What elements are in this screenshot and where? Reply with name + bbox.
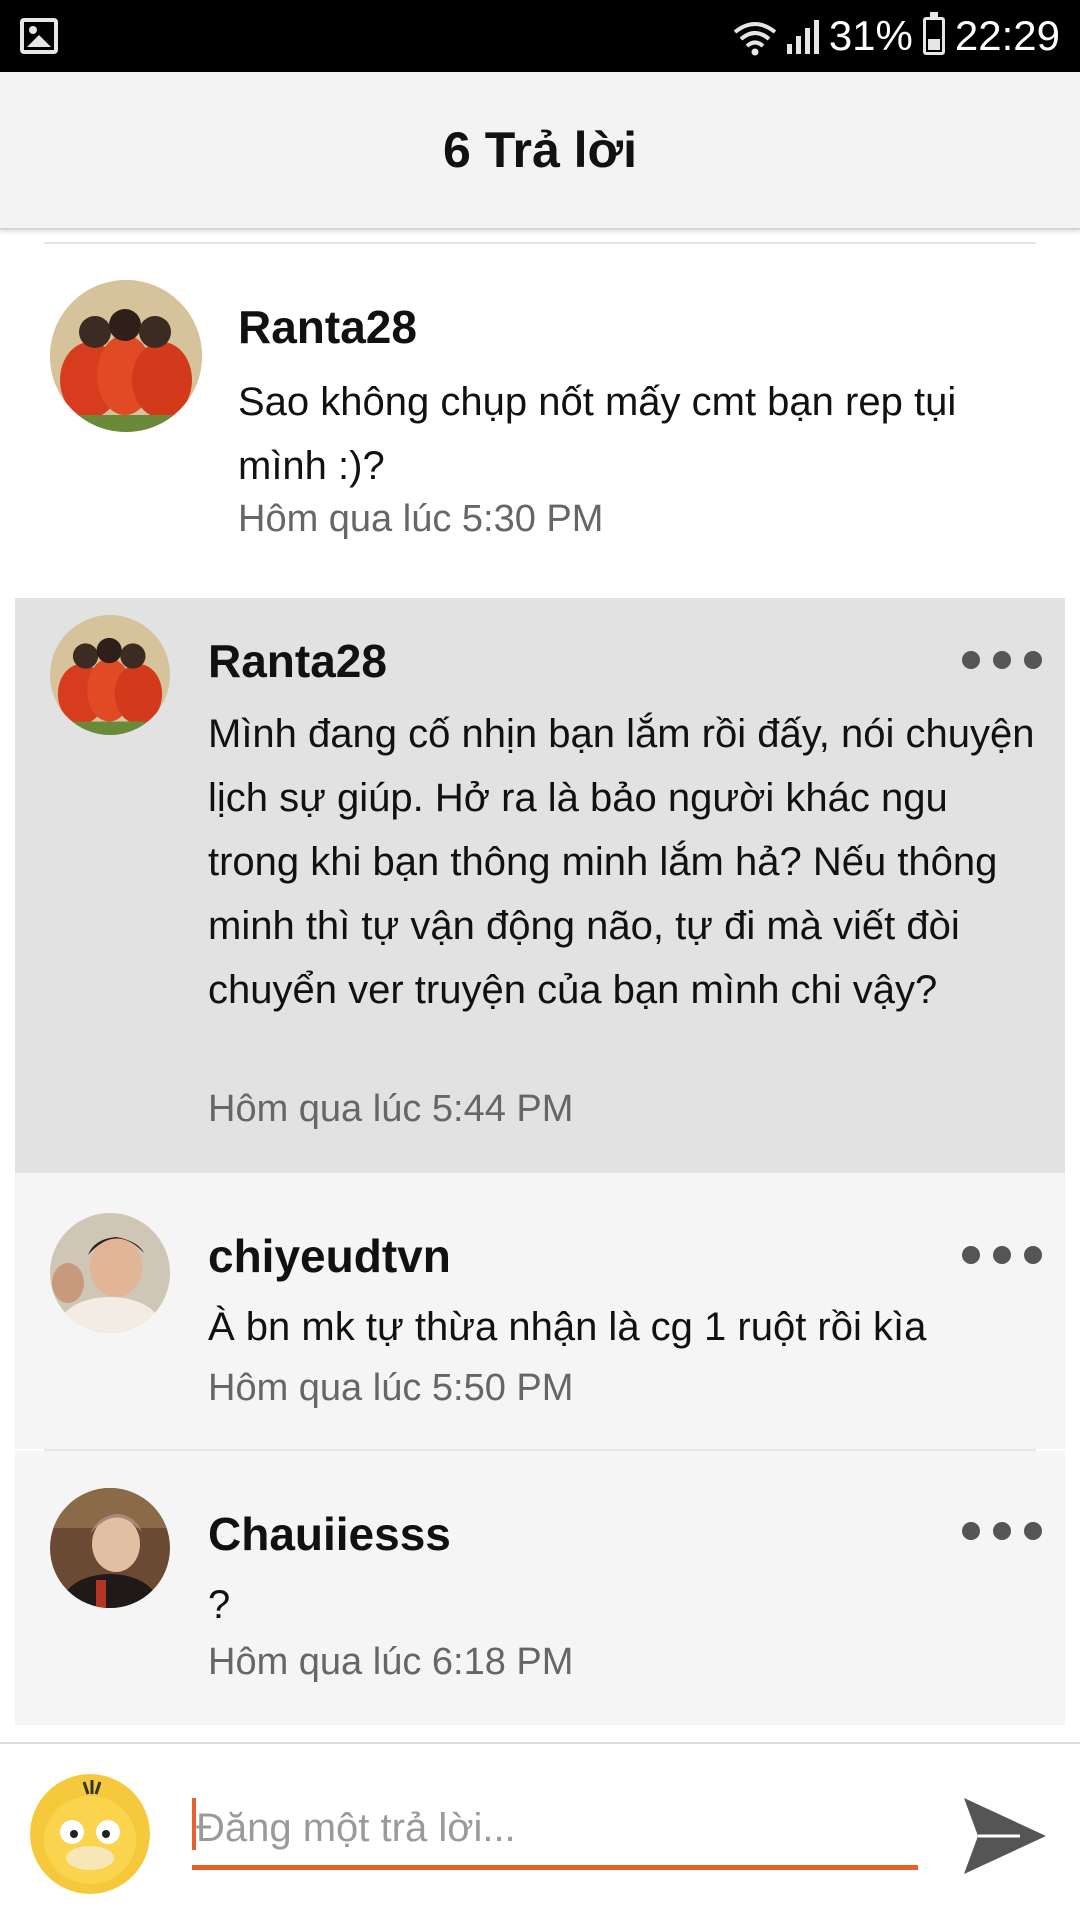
- comment-username[interactable]: Ranta28: [208, 634, 387, 688]
- status-bar: 31% 22:29: [0, 0, 1080, 72]
- avatar[interactable]: [50, 1488, 170, 1608]
- comment-timestamp: Hôm qua lúc 6:18 PM: [208, 1641, 574, 1683]
- comment-timestamp: Hôm qua lúc 5:44 PM: [208, 1088, 574, 1130]
- clock: 22:29: [954, 12, 1060, 59]
- avatar[interactable]: [50, 1213, 170, 1333]
- comment-text: ?: [208, 1583, 231, 1627]
- battery-icon: [922, 12, 945, 55]
- signal-icon: [786, 18, 819, 54]
- more-options-icon[interactable]: [962, 1511, 1042, 1551]
- comment-item: Chauiiesss ? Hôm qua lúc 6:18 PM: [15, 1451, 1065, 1725]
- comment-text: À bn mk tự thừa nhận là cg 1 ruột rồi kì…: [208, 1305, 927, 1349]
- my-avatar[interactable]: [30, 1774, 150, 1894]
- page-title: 6 Trả lời: [443, 122, 637, 178]
- status-bar-right: 31% 22:29: [733, 0, 1060, 72]
- reply-input[interactable]: [192, 1790, 918, 1866]
- comment-username[interactable]: Chauiiesss: [208, 1507, 451, 1561]
- comment-timestamp: Hôm qua lúc 5:30 PM: [238, 498, 604, 540]
- comment-timestamp: Hôm qua lúc 5:50 PM: [208, 1367, 574, 1409]
- comment-text: Mình đang cố nhịn bạn lắm rồi đấy, nói c…: [208, 712, 1035, 1012]
- send-icon: [964, 1798, 1046, 1874]
- wifi-icon: [733, 18, 777, 56]
- send-button[interactable]: [960, 1794, 1050, 1878]
- reply-input-container: [192, 1790, 918, 1870]
- header: 6 Trả lời: [0, 72, 1080, 230]
- comment-text: Sao không chụp nốt mấy cmt bạn rep tụi m…: [238, 380, 957, 488]
- avatar[interactable]: [50, 280, 202, 432]
- more-options-icon[interactable]: [962, 1235, 1042, 1275]
- comment-item: Ranta28 Sao không chụp nốt mấy cmt bạn r…: [0, 244, 1080, 598]
- battery-percent: 31%: [828, 12, 913, 59]
- more-options-icon[interactable]: [962, 640, 1042, 680]
- comment-username[interactable]: chiyeudtvn: [208, 1229, 451, 1283]
- reply-bar: [0, 1742, 1080, 1920]
- comment-username[interactable]: Ranta28: [238, 300, 417, 354]
- gallery-icon: [20, 18, 58, 54]
- comment-item-highlighted: Ranta28 Mình đang cố nhịn bạn lắm rồi đấ…: [15, 598, 1065, 1173]
- avatar[interactable]: [50, 615, 170, 735]
- comment-item: chiyeudtvn À bn mk tự thừa nhận là cg 1 …: [15, 1173, 1065, 1449]
